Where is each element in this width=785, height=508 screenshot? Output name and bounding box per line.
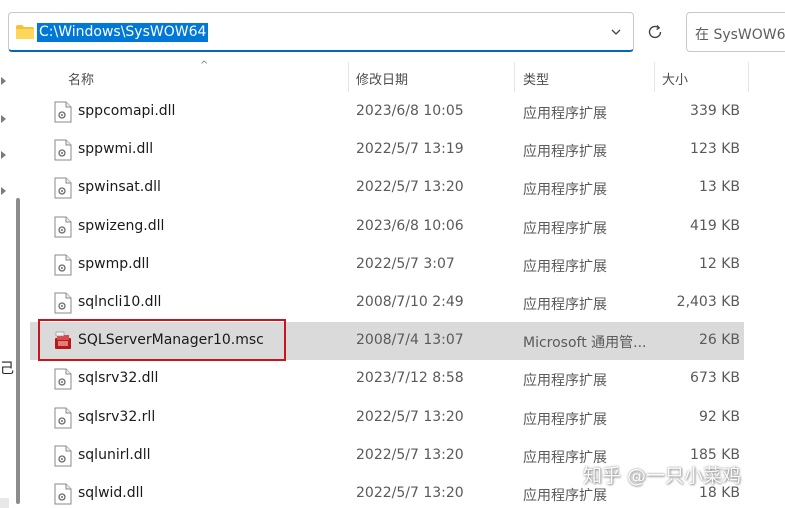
column-divider[interactable] <box>514 62 515 92</box>
search-box[interactable]: 在 SysWOW64 中搜索 <box>686 12 785 52</box>
nav-scrollbar[interactable] <box>16 198 20 504</box>
dll-file-icon <box>54 254 72 276</box>
column-name-header[interactable]: 名称 <box>68 69 94 88</box>
sort-ascending-icon: ^ <box>200 60 209 71</box>
file-date: 2023/7/12 8:58 <box>356 370 464 387</box>
file-name[interactable]: sppwmi.dll <box>78 141 153 157</box>
file-size: 419 KB <box>690 217 740 234</box>
file-date: 2008/7/4 13:07 <box>356 332 464 349</box>
file-size: 2,403 KB <box>676 294 740 310</box>
annotation-highlight-box <box>38 319 286 361</box>
file-row[interactable]: sqlncli10.dll 2008/7/10 2:49 应用程序扩展 2,403 K… <box>30 284 744 322</box>
folder-icon <box>16 25 34 39</box>
file-type: 应用程序扩展 <box>523 488 607 504</box>
dll-file-icon <box>54 177 72 199</box>
file-row[interactable]: spwmp.dll 2022/5/7 3:07 应用程序扩展 12 KB <box>30 246 744 284</box>
file-date: 2022/5/7 13:20 <box>356 179 464 196</box>
address-bar[interactable]: C:\Windows\SysWOW64 <box>8 12 634 52</box>
address-path[interactable]: C:\Windows\SysWOW64 <box>37 23 209 42</box>
file-row[interactable]: spwizeng.dll 2023/6/8 10:06 应用程序扩展 419 KB <box>30 208 744 246</box>
file-size: 339 KB <box>690 103 740 119</box>
dll-file-icon <box>54 445 72 467</box>
dll-file-icon <box>54 216 72 238</box>
refresh-button[interactable] <box>637 12 673 52</box>
nav-item-label-partial[interactable]: 己 <box>0 358 14 378</box>
file-name[interactable]: sqlsrv32.rll <box>78 409 155 425</box>
file-row[interactable]: sqlsrv32.rll 2022/5/7 13:20 应用程序扩展 92 KB <box>30 399 744 437</box>
file-name[interactable]: sqlsrv32.dll <box>78 370 158 386</box>
file-date: 2022/5/7 13:20 <box>356 446 464 463</box>
file-date: 2008/7/10 2:49 <box>356 294 464 310</box>
column-type-header[interactable]: 类型 <box>523 69 549 88</box>
column-date-header[interactable]: 修改日期 <box>356 69 408 88</box>
chevron-right-icon[interactable] <box>0 76 8 86</box>
file-type: 应用程序扩展 <box>523 182 607 199</box>
file-size: 673 KB <box>690 370 740 387</box>
file-size: 13 KB <box>698 179 740 196</box>
file-type: 应用程序扩展 <box>523 411 607 428</box>
column-header-row: ^ 名称 修改日期 类型 大小 <box>30 60 750 92</box>
dll-file-icon <box>54 101 72 123</box>
chevron-down-icon[interactable] <box>609 25 623 39</box>
chevron-right-icon[interactable] <box>0 150 8 160</box>
dll-file-icon <box>54 483 72 505</box>
column-size-header[interactable]: 大小 <box>662 69 688 88</box>
file-type: 应用程序扩展 <box>523 106 607 122</box>
column-divider[interactable] <box>654 62 655 92</box>
refresh-icon <box>648 25 662 39</box>
dll-file-icon <box>54 292 72 314</box>
file-name[interactable]: sqlncli10.dll <box>78 294 161 310</box>
file-date: 2022/5/7 13:20 <box>356 408 464 425</box>
file-row[interactable]: sqlsrv32.dll 2023/7/12 8:58 应用程序扩展 673 KB <box>30 360 744 398</box>
file-name[interactable]: sppcomapi.dll <box>78 103 175 119</box>
navigation-pane: 己 <box>0 62 14 508</box>
column-divider[interactable] <box>748 62 749 92</box>
file-type: 应用程序扩展 <box>523 144 607 161</box>
file-type: 应用程序扩展 <box>523 373 607 390</box>
dll-file-icon <box>54 139 72 161</box>
file-date: 2022/5/7 13:20 <box>356 485 464 501</box>
file-size: 92 KB <box>698 408 740 425</box>
file-date: 2022/5/7 13:19 <box>356 141 464 158</box>
file-type: 应用程序扩展 <box>523 258 607 275</box>
file-row[interactable]: spwinsat.dll 2022/5/7 13:20 应用程序扩展 13 KB <box>30 169 744 207</box>
chevron-right-icon[interactable] <box>0 114 8 124</box>
right-edge-area <box>750 62 785 508</box>
file-size: 26 KB <box>698 332 740 349</box>
nav-item-hover[interactable] <box>0 498 9 508</box>
file-row[interactable]: sppwmi.dll 2022/5/7 13:19 应用程序扩展 123 KB <box>30 131 744 169</box>
file-date: 2022/5/7 3:07 <box>356 255 455 272</box>
file-name[interactable]: spwmp.dll <box>78 256 149 272</box>
file-name[interactable]: spwinsat.dll <box>78 179 161 195</box>
file-date: 2023/6/8 10:05 <box>356 103 464 119</box>
file-type: 应用程序扩展 <box>523 297 607 313</box>
file-name[interactable]: sqlwid.dll <box>78 485 143 501</box>
watermark: 知乎 @一只小菜鸡 <box>583 465 742 487</box>
file-size: 123 KB <box>690 141 740 158</box>
file-date: 2023/6/8 10:06 <box>356 217 464 234</box>
file-name[interactable]: sqlunirl.dll <box>78 447 150 463</box>
column-divider[interactable] <box>348 62 349 92</box>
dll-file-icon <box>54 368 72 390</box>
file-size: 12 KB <box>698 255 740 272</box>
dll-file-icon <box>54 407 72 429</box>
file-name[interactable]: spwizeng.dll <box>78 218 164 234</box>
search-placeholder: 在 SysWOW64 中搜索 <box>695 27 785 43</box>
file-type: 应用程序扩展 <box>523 220 607 237</box>
file-type: Microsoft 通用管... <box>523 335 647 352</box>
file-row[interactable]: sppcomapi.dll 2023/6/8 10:05 应用程序扩展 339 KB <box>30 93 744 131</box>
chevron-right-icon[interactable] <box>0 186 8 196</box>
